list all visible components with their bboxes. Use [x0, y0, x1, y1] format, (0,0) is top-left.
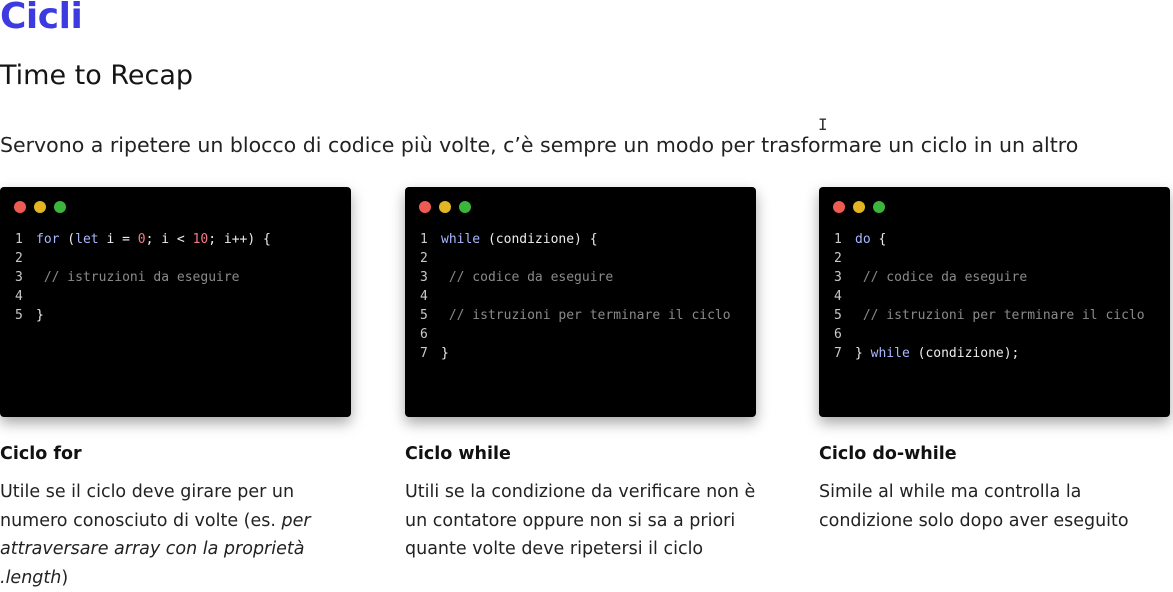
maximize-dot-icon — [873, 201, 885, 213]
code-content: // codice da eseguire — [441, 268, 613, 287]
line-number: 2 — [15, 251, 23, 266]
code-token: 0 — [137, 232, 146, 247]
code-token: ; i++) { — [208, 232, 271, 247]
code-token: // istruzioni da eseguire — [36, 270, 240, 285]
code-content: } while (condizione); — [855, 344, 1019, 363]
code-line: 4 — [15, 287, 345, 306]
code-token: // codice da eseguire — [855, 270, 1028, 285]
minimize-dot-icon — [853, 201, 865, 213]
code-block-for: 1 for (let i = 0; i < 10; i++) { 2 3 // ist… — [15, 230, 345, 325]
code-content: } — [441, 344, 449, 363]
code-line: 5 // istruzioni per terminare il ciclo — [420, 306, 750, 325]
close-dot-icon — [419, 201, 431, 213]
code-line: 5 // istruzioni per terminare il ciclo — [834, 306, 1164, 325]
line-number: 2 — [834, 251, 842, 266]
code-line: 1 while (condizione) { — [420, 230, 750, 249]
code-line: 7} — [420, 344, 750, 363]
code-token: while — [441, 232, 481, 247]
code-block-while: 1 while (condizione) { 2 3 // codice da ese… — [420, 230, 750, 363]
code-token: (condizione) { — [480, 232, 598, 247]
code-content: // codice da eseguire — [855, 268, 1027, 287]
code-line: 3 // codice da eseguire — [420, 268, 750, 287]
code-line: 6 — [420, 325, 750, 344]
code-line: 7} while (condizione); — [834, 344, 1164, 363]
maximize-dot-icon — [459, 201, 471, 213]
line-number: 6 — [420, 327, 428, 342]
card-title-for: Ciclo for — [0, 444, 82, 464]
code-content: while (condizione) { — [441, 230, 598, 249]
line-number: 5 — [834, 308, 842, 323]
page-title: Cicli — [0, 0, 83, 37]
code-line: 4 — [420, 287, 750, 306]
card-title-while: Ciclo while — [405, 444, 511, 464]
line-number: 4 — [420, 289, 428, 304]
code-token: let — [75, 232, 99, 247]
code-content: for (let i = 0; i < 10; i++) { — [36, 230, 271, 249]
intro-text: Servono a ripetere un blocco di codice p… — [0, 133, 1079, 157]
code-line: 3 // codice da eseguire — [834, 268, 1164, 287]
code-token: { — [870, 232, 887, 247]
line-number: 2 — [420, 251, 428, 266]
description-text: Utili se la condizione da verificare non… — [405, 482, 756, 559]
card-description-for: Utile se il ciclo deve girare per un num… — [0, 478, 318, 592]
line-number: 3 — [834, 270, 842, 285]
line-number: 1 — [15, 232, 23, 247]
description-text: Simile al while ma controlla la condizio… — [819, 482, 1129, 531]
code-block-do-while: 1 do {2 3 // codice da eseguire 4 5 // istru… — [834, 230, 1164, 363]
line-number: 1 — [420, 232, 428, 247]
code-content: // istruzioni per terminare il ciclo — [855, 306, 1145, 325]
code-line: 6 — [834, 325, 1164, 344]
code-line: 2 — [15, 249, 345, 268]
code-line: 2 — [834, 249, 1164, 268]
maximize-dot-icon — [54, 201, 66, 213]
code-token: while — [870, 346, 910, 361]
code-line: 5} — [15, 306, 345, 325]
card-title-do-while: Ciclo do-while — [819, 444, 957, 464]
line-number: 4 — [15, 289, 23, 304]
code-content: // istruzioni per terminare il ciclo — [441, 306, 731, 325]
code-token: } — [36, 308, 44, 323]
code-token: // istruzioni per terminare il ciclo — [441, 308, 731, 323]
code-token: do — [855, 232, 871, 247]
description-text: ) — [61, 567, 69, 588]
code-token: ; i < — [145, 232, 193, 247]
card-description-do-while: Simile al while ma controlla la condizio… — [819, 478, 1149, 535]
code-token: (condizione); — [909, 346, 1020, 361]
card-description-while: Utili se la condizione da verificare non… — [405, 478, 765, 564]
line-number: 3 — [15, 270, 23, 285]
code-token: } — [855, 346, 871, 361]
close-dot-icon — [14, 201, 26, 213]
code-token: } — [441, 346, 449, 361]
code-token: // istruzioni per terminare il ciclo — [855, 308, 1145, 323]
close-dot-icon — [833, 201, 845, 213]
code-line: 3 // istruzioni da eseguire — [15, 268, 345, 287]
line-number: 5 — [15, 308, 23, 323]
code-token: 10 — [192, 232, 209, 247]
minimize-dot-icon — [34, 201, 46, 213]
page-subtitle: Time to Recap — [0, 60, 194, 91]
code-token: ( — [59, 232, 76, 247]
code-line: 2 — [420, 249, 750, 268]
line-number: 3 — [420, 270, 428, 285]
code-token: for — [36, 232, 60, 247]
code-content: } — [36, 306, 44, 325]
code-line: 1 for (let i = 0; i < 10; i++) { — [15, 230, 345, 249]
line-number: 6 — [834, 327, 842, 342]
text-cursor-icon: I — [818, 115, 828, 134]
code-content: do { — [855, 230, 886, 249]
line-number: 5 — [420, 308, 428, 323]
line-number: 4 — [834, 289, 842, 304]
code-token: i = — [98, 232, 138, 247]
line-number: 7 — [834, 346, 842, 361]
description-text: Utile se il ciclo deve girare per un num… — [0, 482, 295, 531]
line-number: 7 — [420, 346, 428, 361]
minimize-dot-icon — [439, 201, 451, 213]
line-number: 1 — [834, 232, 842, 247]
code-content: // istruzioni da eseguire — [36, 268, 240, 287]
code-line: 4 — [834, 287, 1164, 306]
code-token: // codice da eseguire — [441, 270, 614, 285]
code-line: 1 do { — [834, 230, 1164, 249]
